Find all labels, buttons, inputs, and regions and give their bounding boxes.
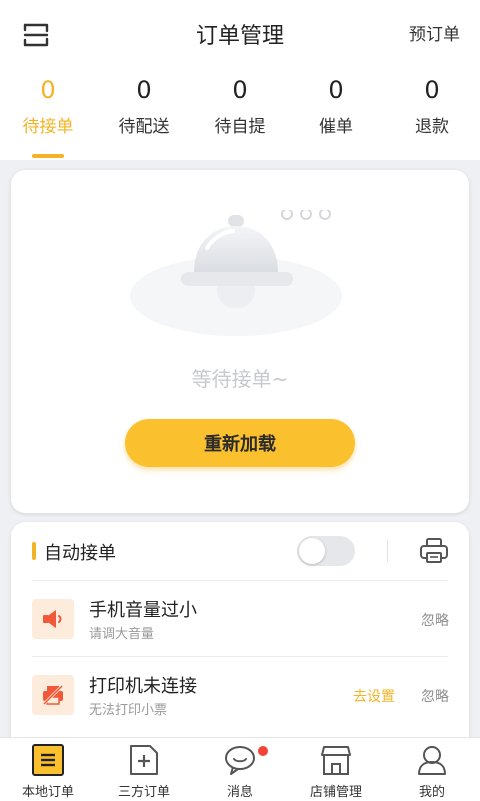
nav-label: 店铺管理	[309, 785, 362, 800]
empty-message: 等待接单~	[191, 367, 289, 391]
message-icon	[224, 744, 256, 776]
alert-subtitle: 请调大音量	[89, 627, 155, 642]
alert-volume-low: 手机音量过小 请调大音量 忽略	[11, 582, 469, 656]
preorder-link[interactable]: 预订单	[409, 20, 460, 45]
alert-subtitle: 无法打印小票	[89, 703, 168, 718]
nav-label: 本地订单	[21, 785, 74, 800]
tab-count: 0	[40, 76, 56, 104]
tab-label: 待配送	[118, 117, 170, 137]
section-marker	[32, 542, 36, 560]
alert-title: 手机音量过小	[89, 600, 197, 621]
nav-local-orders[interactable]: 本地订单	[0, 738, 96, 801]
profile-icon	[416, 744, 448, 776]
auto-accept-label: 自动接单	[44, 543, 116, 564]
tab-pending-pickup[interactable]: 0 待自提	[192, 74, 288, 137]
tab-count: 0	[136, 76, 152, 104]
store-icon	[320, 744, 352, 776]
auto-accept-toggle[interactable]	[297, 536, 355, 566]
alert-printer-disconnected: 打印机未连接 无法打印小票 去设置 忽略	[11, 658, 469, 732]
nav-label: 我的	[418, 785, 445, 800]
divider	[32, 580, 448, 581]
speaker-icon	[32, 599, 74, 639]
top-bar: 订单管理 预订单 0 待接单 0 待配送 0 待自提 0 催单 0 退款	[0, 0, 480, 160]
tab-reminders[interactable]: 0 催单	[288, 74, 384, 137]
active-tab-indicator	[32, 154, 64, 158]
divider	[32, 656, 448, 657]
nav-third-party-orders[interactable]: 三方订单	[96, 738, 192, 801]
printer-icon[interactable]	[419, 537, 449, 565]
third-party-orders-icon	[128, 744, 160, 776]
empty-state-card: 等待接单~ 重新加载	[11, 170, 469, 513]
tab-pending-delivery[interactable]: 0 待配送	[96, 74, 192, 137]
notification-badge	[258, 746, 268, 756]
settings-card: 自动接单 手机音量过小 请调大音量 忽略 打印机未连接 无法打印小票 去设置 忽…	[11, 522, 469, 762]
auto-accept-row: 自动接单	[11, 522, 469, 580]
tab-label: 待自提	[214, 117, 266, 137]
reload-button[interactable]: 重新加载	[125, 419, 355, 467]
ignore-button[interactable]: 忽略	[421, 686, 449, 706]
printer-off-icon	[32, 675, 74, 715]
alert-title: 打印机未连接	[89, 676, 197, 697]
toggle-knob	[299, 538, 325, 564]
nav-messages[interactable]: 消息	[192, 738, 288, 801]
nav-label: 三方订单	[117, 785, 170, 800]
go-settings-button[interactable]: 去设置	[353, 686, 395, 706]
tab-pending-accept[interactable]: 0 待接单	[0, 74, 96, 137]
tab-count: 0	[328, 76, 344, 104]
bottom-nav: 本地订单 三方订单 消息 店铺管理 我的	[0, 737, 480, 801]
tab-label: 退款	[415, 117, 449, 137]
tab-count: 0	[424, 76, 440, 104]
nav-store-management[interactable]: 店铺管理	[288, 738, 384, 801]
local-orders-icon	[32, 744, 64, 776]
ignore-button[interactable]: 忽略	[421, 610, 449, 630]
order-status-tabs: 0 待接单 0 待配送 0 待自提 0 催单 0 退款	[0, 70, 480, 160]
nav-label: 消息	[226, 785, 253, 800]
nav-profile[interactable]: 我的	[384, 738, 480, 801]
tab-count: 0	[232, 76, 248, 104]
tab-refunds[interactable]: 0 退款	[384, 74, 480, 137]
tab-label: 待接单	[22, 117, 74, 137]
page-title: 订单管理	[195, 24, 284, 49]
divider	[387, 540, 388, 562]
cloche-illustration	[129, 208, 359, 350]
tab-label: 催单	[319, 117, 353, 137]
